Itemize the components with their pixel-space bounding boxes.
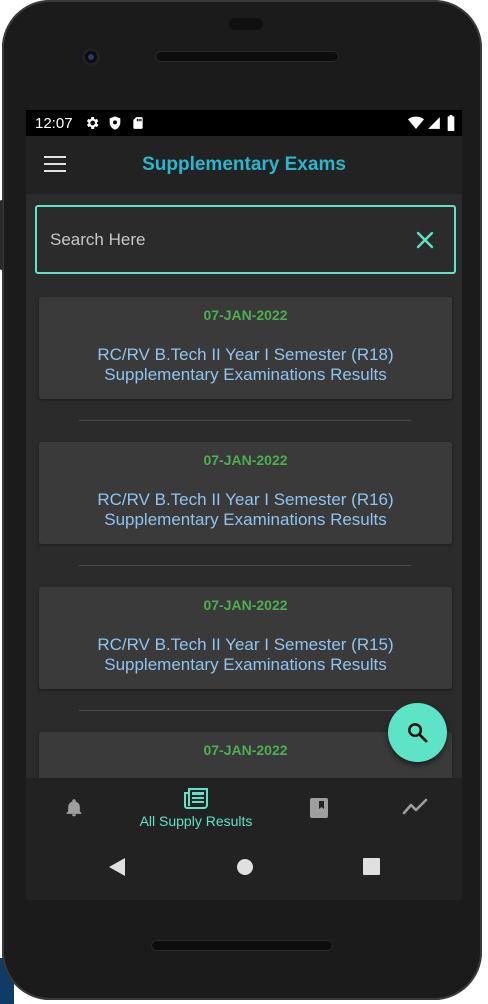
result-title-line: RC/RV B.Tech II Year I Semester (R18) bbox=[97, 345, 394, 364]
shield-icon bbox=[109, 116, 121, 130]
sd-card-icon bbox=[133, 117, 143, 129]
system-navigation-bar bbox=[26, 836, 462, 900]
result-card[interactable]: 07-JAN-2022 RC/RV B.Tech II Year I Semes… bbox=[39, 297, 452, 399]
app-title: Supplementary Exams bbox=[142, 154, 346, 175]
result-title: RC/RV B.Tech II Year I Semester (R16) Su… bbox=[39, 490, 452, 530]
wifi-icon bbox=[408, 116, 424, 129]
bell-icon bbox=[66, 799, 82, 817]
result-title-line: Supplementary Examinations Results bbox=[104, 510, 387, 529]
result-date: 07-JAN-2022 bbox=[203, 597, 288, 613]
status-time: 12:07 bbox=[35, 115, 73, 132]
bottom-navigation: All Supply Results bbox=[26, 778, 462, 836]
result-card[interactable]: 07-JAN-2022 RC/RV B.Tech II Year I Semes… bbox=[39, 442, 452, 544]
bottom-speaker bbox=[151, 940, 333, 951]
clear-search-icon[interactable] bbox=[415, 230, 435, 250]
list-divider bbox=[79, 710, 411, 711]
top-speaker-slot bbox=[229, 18, 263, 30]
bookmark-book-icon bbox=[310, 798, 328, 818]
search-fab-button[interactable] bbox=[388, 703, 447, 762]
newspaper-icon bbox=[184, 788, 208, 809]
nav-label: All Supply Results bbox=[139, 813, 253, 829]
list-divider bbox=[79, 565, 411, 566]
back-triangle-icon[interactable] bbox=[108, 857, 126, 877]
settings-gear-icon bbox=[86, 117, 99, 129]
app-screen: 12:07 Supplementary Exams Search Here 07… bbox=[26, 110, 462, 900]
result-title: RC/RV B.Tech II Year I Semester (R18) Su… bbox=[39, 345, 452, 385]
earpiece bbox=[155, 51, 339, 62]
nav-item-notifications[interactable] bbox=[46, 778, 102, 836]
recents-square-icon[interactable] bbox=[363, 858, 380, 875]
list-divider bbox=[79, 420, 411, 421]
result-date: 07-JAN-2022 bbox=[203, 452, 288, 468]
nav-item-all-supply-results[interactable]: All Supply Results bbox=[116, 778, 276, 836]
nav-item-trends[interactable] bbox=[390, 778, 442, 836]
trending-icon bbox=[402, 798, 428, 815]
search-icon bbox=[408, 723, 428, 743]
cell-signal-icon bbox=[428, 117, 440, 129]
nav-item-bookmarks[interactable] bbox=[294, 778, 344, 836]
front-camera bbox=[82, 48, 100, 66]
app-bar: Supplementary Exams bbox=[26, 136, 462, 194]
search-input[interactable] bbox=[48, 225, 392, 255]
battery-icon bbox=[447, 115, 455, 131]
result-title: RC/RV B.Tech II Year I Semester (R15) Su… bbox=[39, 635, 452, 675]
home-circle-icon[interactable] bbox=[236, 858, 254, 876]
result-title-line: RC/RV B.Tech II Year I Semester (R15) bbox=[97, 635, 394, 654]
side-button bbox=[0, 200, 3, 270]
search-box bbox=[35, 205, 456, 274]
result-date: 07-JAN-2022 bbox=[203, 307, 288, 323]
result-title-line: RC/RV B.Tech II Year I Semester (R16) bbox=[97, 490, 394, 509]
status-bar: 12:07 bbox=[26, 110, 462, 136]
result-title-line: Supplementary Examinations Results bbox=[104, 655, 387, 674]
result-card[interactable]: 07-JAN-2022 RC/RV B.Tech II Year I Semes… bbox=[39, 587, 452, 689]
result-title-line: Supplementary Examinations Results bbox=[104, 365, 387, 384]
